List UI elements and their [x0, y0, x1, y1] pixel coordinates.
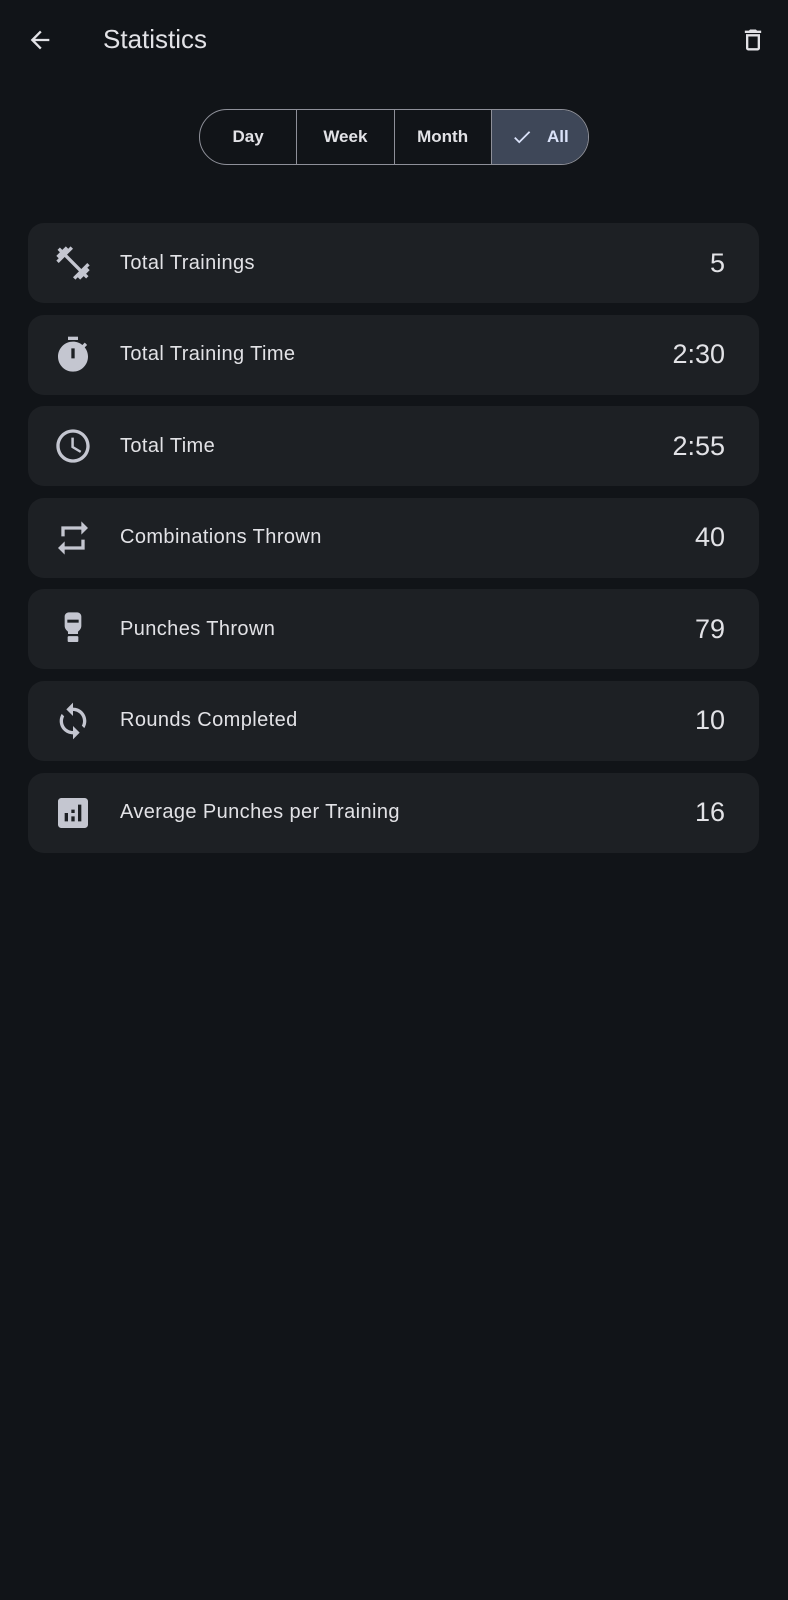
filter-week[interactable]: Week [297, 110, 395, 164]
delete-button[interactable] [733, 20, 773, 60]
sync-icon [53, 701, 93, 741]
stat-card-rounds-completed: Rounds Completed 10 [28, 680, 759, 761]
filter-month[interactable]: Month [395, 110, 492, 164]
stat-label: Total Training Time [120, 343, 296, 366]
filter-label: All [547, 127, 569, 146]
stat-label: Average Punches per Training [120, 801, 400, 824]
filter-label: Day [232, 127, 264, 146]
stats-list: Total Trainings 5 Total Training Time 2:… [28, 223, 759, 864]
boxing-glove-icon [53, 609, 93, 649]
stat-value: 10 [694, 705, 725, 736]
stat-card-combinations-thrown: Combinations Thrown 40 [28, 497, 759, 578]
filter-day[interactable]: Day [200, 110, 298, 164]
arrow-back-icon [26, 26, 54, 54]
period-filter: Day Week Month All [199, 109, 589, 165]
stat-label: Total Trainings [120, 251, 255, 274]
delete-icon [739, 26, 767, 54]
stat-card-punches-thrown: Punches Thrown 79 [28, 589, 759, 670]
stat-label: Rounds Completed [120, 709, 298, 732]
top-app-bar: Statistics [0, 0, 788, 80]
dumbbell-icon [53, 243, 93, 283]
statistics-screen: Statistics Day Week Month All Total Trai… [0, 0, 788, 1600]
stat-card-average-punches: Average Punches per Training 16 [28, 772, 759, 853]
stat-value: 79 [694, 613, 725, 644]
filter-label: Month [417, 127, 469, 146]
stat-value: 16 [694, 797, 725, 828]
stat-value: 5 [709, 247, 725, 278]
stat-value: 2:55 [672, 430, 725, 461]
bar-chart-icon [53, 793, 93, 833]
stat-label: Total Time [120, 434, 216, 457]
stat-label: Punches Thrown [120, 617, 276, 640]
clock-icon [53, 426, 93, 466]
back-button[interactable] [20, 20, 60, 60]
stat-card-total-trainings: Total Trainings 5 [28, 223, 759, 303]
stat-card-total-time: Total Time 2:55 [28, 406, 759, 487]
stat-value: 40 [694, 522, 725, 553]
check-icon [511, 126, 533, 148]
filter-label: Week [323, 127, 368, 146]
filter-all[interactable]: All [491, 110, 588, 164]
page-title: Statistics [103, 24, 208, 54]
stat-card-total-training-time: Total Training Time 2:30 [28, 314, 759, 395]
stat-value: 2:30 [672, 339, 725, 370]
stat-label: Combinations Thrown [120, 526, 322, 549]
stopwatch-icon [53, 335, 93, 375]
repeat-icon [53, 518, 93, 558]
